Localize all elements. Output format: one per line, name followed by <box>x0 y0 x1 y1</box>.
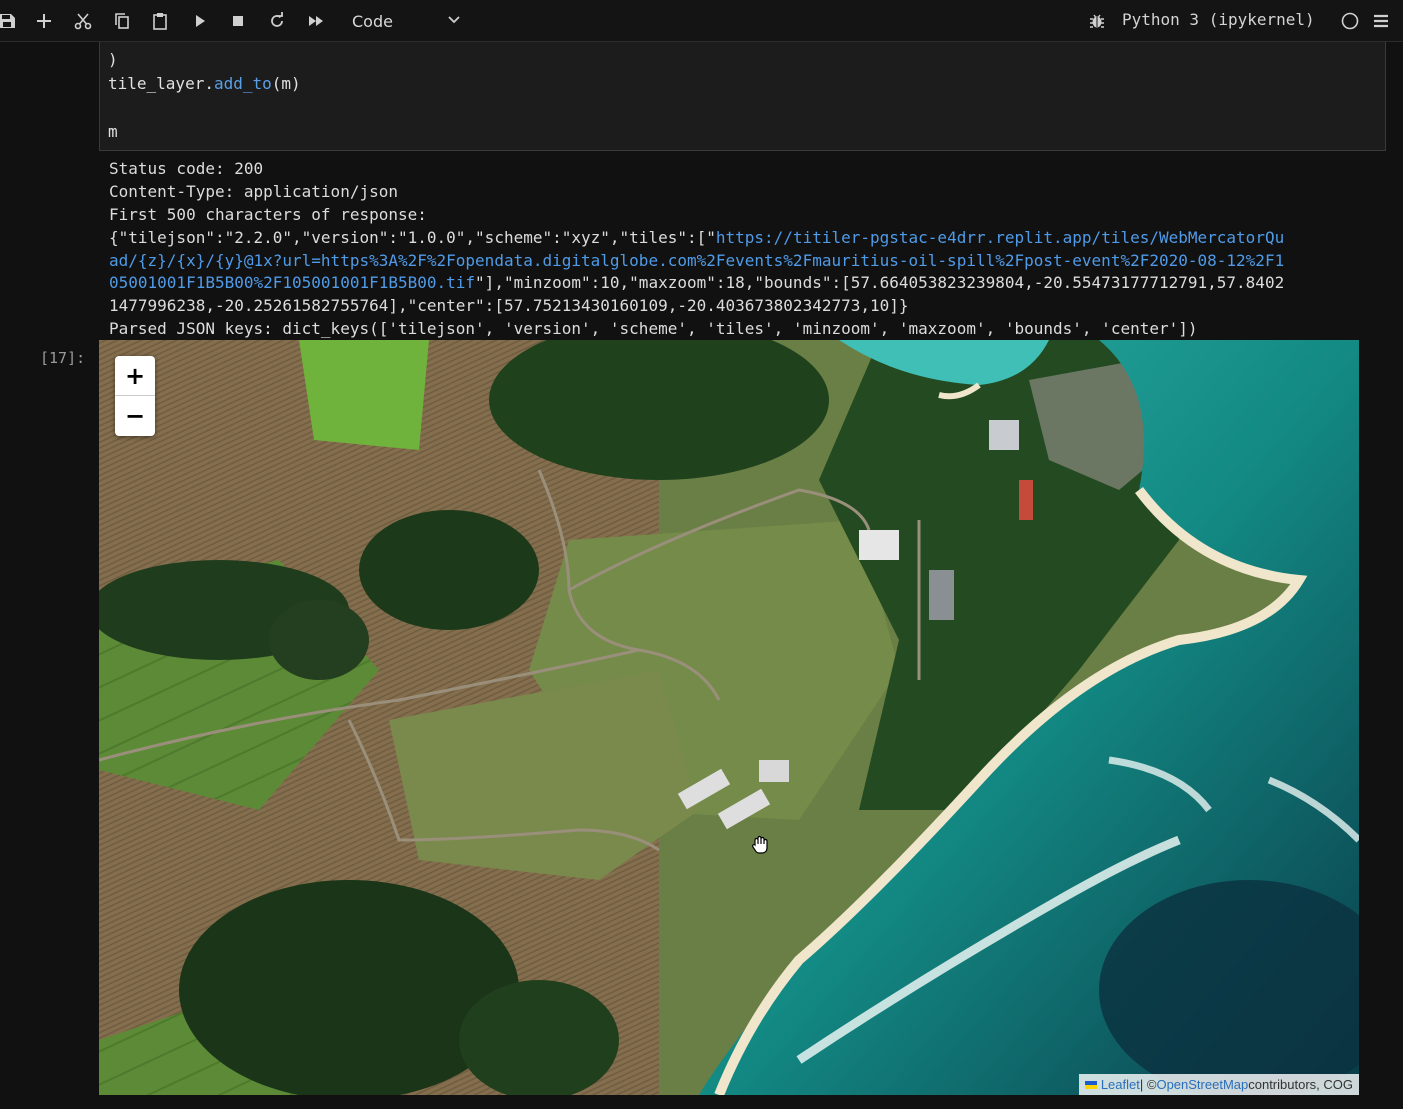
kernel-name[interactable]: Python 3 (ipykernel) <box>1122 10 1315 29</box>
restart-icon[interactable] <box>264 8 290 34</box>
paste-icon[interactable] <box>147 8 173 34</box>
code-line-m: m <box>108 122 118 141</box>
code-token-args: (m) <box>271 74 301 93</box>
openstreetmap-link[interactable]: OpenStreetMap <box>1156 1077 1248 1092</box>
copy-icon[interactable] <box>109 8 135 34</box>
notebook-toolbar: Code Python 3 (ipykernel) <box>0 0 1403 42</box>
run-all-icon[interactable] <box>303 8 329 34</box>
code-token-method: add_to <box>213 74 272 93</box>
chevron-down-icon <box>448 16 460 24</box>
zoom-control: + − <box>115 356 155 436</box>
output-json-line-4: 1477996238,-20.25261582755764],"center":… <box>109 296 909 315</box>
json-text: {"tilejson":"2.2.0","version":"1.0.0","s… <box>109 228 716 247</box>
output-first-500-label: First 500 characters of response: <box>109 205 427 224</box>
output-status: Status code: 200 <box>109 159 264 178</box>
leaflet-link[interactable]: Leaflet <box>1101 1077 1140 1092</box>
zoom-out-button[interactable]: − <box>115 396 155 436</box>
satellite-imagery <box>99 340 1359 1095</box>
menu-icon[interactable] <box>1368 8 1394 34</box>
cut-icon[interactable] <box>70 8 96 34</box>
output-json-line-3: 05001001F1B5B00%2F105001001F1B5B00.tif"]… <box>109 272 1284 295</box>
code-line-close-paren: ) <box>108 50 118 69</box>
execution-prompt: [17]: <box>40 349 86 367</box>
code-cell-editor[interactable]: ) tile_layer.add_to(m) m <box>99 42 1386 151</box>
kernel-status-circle-icon <box>1337 8 1363 34</box>
attribution-rest: contributors, COG <box>1248 1077 1353 1092</box>
cell-type-select[interactable]: Code <box>340 6 470 36</box>
tiles-url-link[interactable]: https://titiler-pgstac-e4drr.replit.app/… <box>716 228 1284 247</box>
zoom-in-button[interactable]: + <box>115 356 155 396</box>
add-cell-icon[interactable] <box>31 8 57 34</box>
map-attribution: Leaflet | © OpenStreetMap contributors, … <box>1078 1074 1359 1095</box>
leaflet-map[interactable]: + − Leaflet | © OpenStreetMap contributo… <box>99 340 1359 1095</box>
stop-icon[interactable] <box>225 8 251 34</box>
tiles-url-link-end[interactable]: 05001001F1B5B00%2F105001001F1B5B00.tif <box>109 273 475 292</box>
output-parsed-keys: Parsed JSON keys: dict_keys(['tilejson',… <box>109 319 1198 338</box>
output-json-line-1: {"tilejson":"2.2.0","version":"1.0.0","s… <box>109 227 1284 250</box>
code-line-add-to: tile_layer.add_to(m) <box>108 74 301 93</box>
code-token-object: tile_layer. <box>108 74 214 93</box>
run-icon[interactable] <box>187 8 213 34</box>
ukraine-flag-icon <box>1084 1080 1097 1089</box>
json-text: "],"minzoom":10,"maxzoom":18,"bounds":[5… <box>475 273 1285 292</box>
output-content-type: Content-Type: application/json <box>109 182 398 201</box>
save-icon[interactable] <box>0 8 20 34</box>
tiles-url-link-cont[interactable]: ad/{z}/{x}/{y}@1x?url=https%3A%2F%2Fopen… <box>109 251 1284 270</box>
cell-type-label: Code <box>352 11 393 31</box>
hand-cursor-icon <box>752 835 768 854</box>
output-json-line-2: ad/{z}/{x}/{y}@1x?url=https%3A%2F%2Fopen… <box>109 250 1284 273</box>
debugger-bug-icon[interactable] <box>1084 8 1110 34</box>
attribution-separator: | © <box>1139 1077 1157 1092</box>
